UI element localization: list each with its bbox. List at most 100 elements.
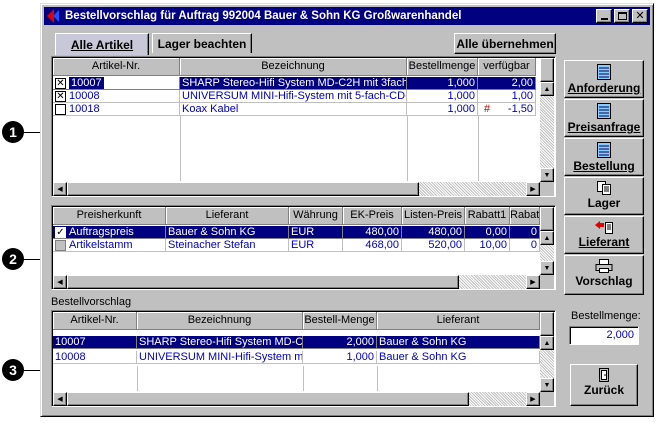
row-checkbox-cell[interactable]: ✕ 10007: [53, 77, 180, 90]
scroll-left-button[interactable]: ◀: [53, 275, 67, 289]
table-row[interactable]: 10007 SHARP Stereo-Hifi System MD-C2 2,0…: [53, 336, 540, 350]
document-list-icon: [597, 142, 611, 158]
order-proposal-window: Bestellvorschlag für Auftrag 992004 Baue…: [40, 3, 654, 417]
app-icon[interactable]: [46, 8, 62, 24]
proposal-hscroll[interactable]: ◀ ▶: [53, 392, 540, 406]
scroll-corner: [540, 182, 554, 196]
col-divider: [407, 116, 408, 181]
col-rabatt1[interactable]: Rabatt1: [465, 207, 510, 225]
articles-vscroll[interactable]: ▲ ▼: [540, 58, 554, 182]
price-hscroll[interactable]: ◀ ▶: [53, 275, 540, 289]
col-bestellmenge[interactable]: Bestellmenge: [407, 58, 478, 76]
lager-button[interactable]: Lager: [564, 177, 644, 215]
col-bezeichnung[interactable]: Bezeichnung: [137, 312, 303, 330]
scroll-down-button[interactable]: ▼: [540, 378, 554, 392]
price-vscroll[interactable]: ▲ ▼: [540, 207, 554, 275]
col-listen-preis[interactable]: Listen-Preis: [402, 207, 465, 225]
preisanfrage-button[interactable]: Preisanfrage: [564, 99, 644, 137]
col-preisherkunft[interactable]: Preisherkunft: [53, 207, 166, 225]
articles-hscroll-thumb[interactable]: [67, 182, 419, 196]
arrow-down-icon: ▼: [543, 264, 551, 272]
lieferant-label: Lieferant: [578, 235, 630, 249]
cell-artikel-nr: 10018: [69, 103, 100, 115]
row-checkbox-cell[interactable]: ✕ 10008: [53, 90, 180, 103]
col-divider: [137, 366, 138, 391]
price-hscroll-thumb[interactable]: [67, 275, 459, 289]
close-button[interactable]: ✕: [632, 9, 648, 23]
cell-bezeichnung: UNIVERSUM MINI-Hifi-System mit 5-fach-CD…: [180, 90, 407, 103]
row-checkbox[interactable]: [55, 239, 66, 251]
cell-bestellmenge[interactable]: 1,000: [407, 77, 478, 90]
articles-hscroll[interactable]: ◀ ▶: [53, 182, 540, 196]
row-checkbox[interactable]: ✓: [55, 226, 66, 238]
scroll-up-button[interactable]: ▲: [540, 336, 554, 350]
col-verfuegbar[interactable]: verfügbar: [478, 58, 536, 76]
price-vscroll-thumb[interactable]: [540, 207, 554, 231]
anforderung-button[interactable]: Anforderung: [564, 60, 644, 98]
proposal-vscroll-thumb[interactable]: [540, 312, 554, 336]
col-ek-preis[interactable]: EK-Preis: [343, 207, 402, 225]
col-waehrung[interactable]: Währung: [289, 207, 343, 225]
scroll-up-button[interactable]: ▲: [540, 231, 554, 245]
cell-preisherkunft[interactable]: Artikelstamm: [53, 239, 166, 252]
scroll-up-button[interactable]: ▲: [540, 82, 554, 96]
scroll-right-button[interactable]: ▶: [526, 392, 540, 406]
maximize-button[interactable]: [614, 9, 630, 23]
minimize-button[interactable]: [596, 9, 612, 23]
cell-artikel-nr: 10007: [69, 77, 104, 89]
vorschlag-button[interactable]: Vorschlag: [564, 255, 644, 295]
scroll-down-button[interactable]: ▼: [540, 261, 554, 275]
cell-preisherkunft[interactable]: ✓ Auftragspreis: [53, 226, 166, 239]
cell-lieferant: Bauer & Sohn KG: [166, 226, 289, 239]
table-row[interactable]: 10018 Koax Kabel 1,000 # -1,50: [53, 103, 536, 116]
col-artikel-nr[interactable]: Artikel-Nr.: [53, 58, 180, 76]
row-checkbox[interactable]: ✕: [55, 77, 66, 89]
col-artikel-nr[interactable]: Artikel-Nr.: [53, 312, 137, 330]
col-lieferant[interactable]: Lieferant: [377, 312, 540, 330]
scroll-down-button[interactable]: ▼: [540, 168, 554, 182]
articles-grid[interactable]: Artikel-Nr. Bezeichnung Bestellmenge ver…: [51, 56, 556, 197]
proposal-vscroll[interactable]: ▲ ▼: [540, 312, 554, 392]
scroll-right-button[interactable]: ▶: [526, 275, 540, 289]
tab-lager-beachten[interactable]: Lager beachten: [152, 33, 252, 53]
tab-alle-artikel[interactable]: Alle Artikel: [55, 33, 149, 55]
arrow-left-icon: ◀: [57, 186, 63, 193]
shortage-flag: #: [484, 103, 491, 115]
accept-all-label: Alle übernehmen: [456, 36, 554, 51]
tab-alle-artikel-label: Alle Artikel: [70, 37, 134, 52]
title-bar[interactable]: Bestellvorschlag für Auftrag 992004 Baue…: [44, 7, 650, 25]
cell-bestellmenge[interactable]: 1,000: [407, 90, 478, 103]
bestellung-button[interactable]: Bestellung: [564, 138, 644, 176]
proposal-hscroll-thumb[interactable]: [67, 392, 469, 406]
arrow-right-icon: ▶: [530, 186, 536, 193]
zurueck-button[interactable]: Zurück: [570, 364, 638, 406]
table-row[interactable]: ✓ Auftragspreis Bauer & Sohn KG EUR 480,0…: [53, 226, 540, 239]
table-row[interactable]: ✕ 10007 SHARP Stereo-Hifi System MD-C2H m…: [53, 77, 536, 90]
row-checkbox-cell[interactable]: 10018: [53, 103, 180, 116]
row-checkbox[interactable]: [55, 103, 66, 115]
table-row[interactable]: Artikelstamm Steinacher Stefan EUR 468,0…: [53, 239, 540, 252]
cell-artikel-nr: 10008: [69, 90, 100, 102]
col-bestell-menge[interactable]: Bestell-Menge: [303, 312, 377, 330]
accept-all-button[interactable]: Alle übernehmen: [454, 33, 556, 54]
articles-vscroll-thumb[interactable]: [540, 58, 554, 82]
vorschlag-label: Vorschlag: [575, 274, 633, 288]
proposal-grid[interactable]: Artikel-Nr. Bezeichnung Bestell-Menge Li…: [51, 310, 556, 407]
bestellmenge-input[interactable]: 2,000: [569, 326, 639, 345]
cell-bestellmenge[interactable]: 1,000: [407, 103, 478, 116]
row-checkbox[interactable]: ✕: [55, 90, 66, 102]
scroll-left-button[interactable]: ◀: [53, 182, 67, 196]
preisanfrage-label: Preisanfrage: [567, 120, 641, 134]
cell-lieferant: Bauer & Sohn KG: [377, 351, 540, 364]
col-bezeichnung[interactable]: Bezeichnung: [180, 58, 407, 76]
table-row[interactable]: 10008 UNIVERSUM MINI-Hifi-System mit 5 1…: [53, 351, 540, 365]
scroll-left-button[interactable]: ◀: [53, 392, 67, 406]
lieferant-button[interactable]: Lieferant: [564, 216, 644, 254]
cell-rabatt1: 0,00: [465, 226, 510, 239]
table-row[interactable]: ✕ 10008 UNIVERSUM MINI-Hifi-System mit 5-…: [53, 90, 536, 103]
col-rabatt2[interactable]: Rabat: [510, 207, 540, 225]
document-list-icon: [597, 103, 611, 119]
scroll-right-button[interactable]: ▶: [526, 182, 540, 196]
col-lieferant[interactable]: Lieferant: [166, 207, 289, 225]
price-grid[interactable]: Preisherkunft Lieferant Währung EK-Preis…: [51, 205, 556, 290]
